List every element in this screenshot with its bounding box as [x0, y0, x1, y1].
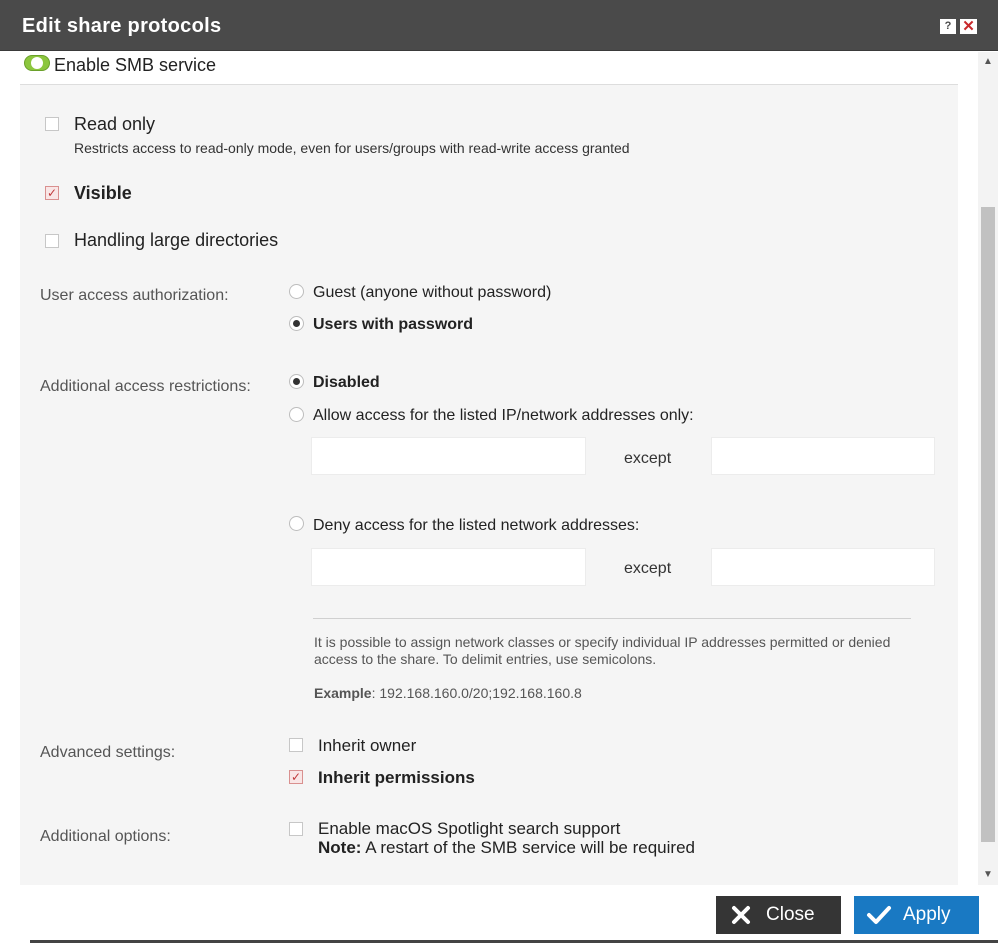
disabled-radio[interactable]: [289, 374, 304, 389]
read-only-label: Read only: [74, 114, 156, 134]
visible-label: Visible: [74, 183, 132, 203]
scroll-down-icon[interactable]: ▼: [978, 865, 998, 885]
large-directories-checkbox[interactable]: [45, 234, 59, 248]
spotlight-label: Enable macOS Spotlight search support: [318, 819, 621, 838]
dialog-titlebar: Edit share protocols ? ✕: [0, 0, 998, 51]
apply-button[interactable]: Apply: [854, 896, 979, 934]
dialog-title: Edit share protocols: [22, 15, 222, 37]
deny-except-input[interactable]: [711, 548, 935, 586]
divider: [313, 618, 911, 619]
access-restrictions-label: Additional access restrictions:: [40, 378, 251, 395]
smb-toggle-label: Enable SMB service: [54, 55, 217, 75]
deny-addresses-input[interactable]: [311, 548, 586, 586]
example-value: : 192.168.160.0/20;192.168.160.8: [371, 685, 582, 701]
read-only-description: Restricts access to read-only mode, even…: [74, 140, 630, 156]
allow-addresses-input[interactable]: [311, 437, 586, 475]
deny-access-label: Deny access for the listed network addre…: [313, 517, 640, 534]
disabled-option-label: Disabled: [313, 374, 380, 391]
note-label: Note:: [318, 838, 362, 857]
advanced-settings-label: Advanced settings:: [40, 744, 176, 761]
spotlight-checkbox[interactable]: [289, 822, 303, 836]
users-with-password-radio[interactable]: [289, 316, 304, 331]
users-with-password-label: Users with password: [313, 316, 474, 333]
scroll-up-icon[interactable]: ▲: [978, 52, 998, 72]
large-directories-label: Handling large directories: [74, 230, 279, 250]
additional-options-label: Additional options:: [40, 828, 171, 845]
close-button-label: Close: [766, 904, 815, 925]
guest-radio[interactable]: [289, 284, 304, 299]
scrollbar[interactable]: ▲ ▼: [978, 52, 998, 885]
close-x-icon: [732, 906, 750, 924]
read-only-checkbox[interactable]: [45, 117, 59, 131]
settings-panel: [20, 84, 958, 885]
allow-access-radio[interactable]: [289, 407, 304, 422]
inherit-owner-label: Inherit owner: [318, 736, 417, 755]
example-line: Example: 192.168.160.0/20;192.168.160.8: [314, 685, 582, 702]
spotlight-note: Note: A restart of the SMB service will …: [318, 838, 695, 858]
example-label: Example: [314, 685, 372, 701]
deny-access-radio[interactable]: [289, 516, 304, 531]
visible-checkbox[interactable]: ✓: [45, 186, 59, 200]
inherit-owner-checkbox[interactable]: [289, 738, 303, 752]
note-text: A restart of the SMB service will be req…: [361, 838, 695, 857]
close-button[interactable]: Close: [716, 896, 841, 934]
guest-option-label: Guest (anyone without password): [313, 284, 552, 301]
user-access-label: User access authorization:: [40, 287, 229, 304]
apply-button-label: Apply: [903, 904, 951, 925]
allow-except-input[interactable]: [711, 437, 935, 475]
allow-access-label: Allow access for the listed IP/network a…: [313, 407, 694, 424]
deny-except-label: except: [624, 560, 672, 577]
inherit-permissions-label: Inherit permissions: [318, 768, 475, 787]
info-text: It is possible to assign network classes…: [314, 634, 891, 667]
help-icon[interactable]: ?: [940, 19, 956, 34]
close-icon[interactable]: ✕: [960, 19, 977, 34]
toggle-knob: [31, 57, 43, 69]
smb-toggle[interactable]: [24, 55, 50, 71]
checkmark-icon: [867, 906, 891, 924]
inherit-permissions-checkbox[interactable]: ✓: [289, 770, 303, 784]
allow-except-label: except: [624, 450, 672, 467]
scroll-thumb[interactable]: [981, 207, 995, 842]
